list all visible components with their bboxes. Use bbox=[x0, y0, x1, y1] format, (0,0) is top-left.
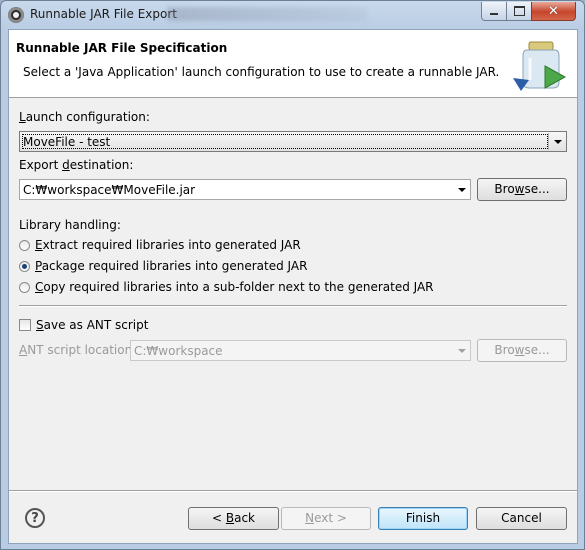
close-button[interactable]: ✕ bbox=[531, 2, 576, 21]
finish-button[interactable]: Finish bbox=[378, 507, 468, 530]
title-bar[interactable]: Runnable JAR File Export ✕ bbox=[1, 1, 584, 28]
blurred-title-remainder bbox=[167, 7, 367, 21]
launch-config-value: MoveFile - test bbox=[23, 135, 111, 149]
radio-button-selected[interactable] bbox=[19, 260, 30, 272]
maximize-button[interactable] bbox=[506, 2, 532, 21]
browse-ant-location-button: Browse... bbox=[477, 339, 567, 362]
export-destination-value: C:₩workspace₩MoveFile.jar bbox=[23, 183, 196, 197]
window-title: Runnable JAR File Export bbox=[30, 7, 177, 21]
jar-export-icon bbox=[513, 41, 567, 91]
dialog-client-area: Runnable JAR File Specification Select a… bbox=[8, 29, 578, 544]
radio-button[interactable] bbox=[19, 281, 30, 293]
launch-config-select[interactable]: MoveFile - test bbox=[19, 131, 567, 152]
minimize-icon bbox=[490, 13, 498, 15]
export-destination-label: Export destination: bbox=[19, 158, 134, 172]
library-handling-label: Library handling: bbox=[19, 218, 121, 232]
save-ant-script-checkbox[interactable]: Save as ANT script bbox=[19, 317, 148, 333]
chevron-down-icon bbox=[458, 349, 466, 353]
launch-config-label: Launch configuration: bbox=[19, 110, 150, 124]
checkbox[interactable] bbox=[19, 319, 31, 331]
chevron-down-icon[interactable] bbox=[458, 188, 466, 192]
radio-package-libraries[interactable]: Package required libraries into generate… bbox=[19, 258, 307, 274]
radio-copy-libraries[interactable]: Copy required libraries into a sub-folde… bbox=[19, 279, 434, 295]
page-title: Runnable JAR File Specification bbox=[16, 41, 228, 55]
radio-extract-libraries[interactable]: Extract required libraries into generate… bbox=[19, 237, 301, 253]
browse-destination-button[interactable]: Browse... bbox=[477, 178, 567, 201]
next-button: Next > bbox=[281, 507, 371, 530]
chevron-down-icon bbox=[554, 140, 562, 144]
ant-location-value: C:₩workspace bbox=[134, 344, 223, 358]
radio-button[interactable] bbox=[19, 239, 30, 251]
export-destination-input[interactable]: C:₩workspace₩MoveFile.jar bbox=[19, 179, 471, 200]
page-description: Select a 'Java Application' launch confi… bbox=[23, 65, 500, 79]
eclipse-icon bbox=[8, 7, 24, 23]
ant-location-label: ANT script location: bbox=[19, 343, 137, 357]
ant-location-input: C:₩workspace bbox=[130, 340, 471, 361]
dialog-window: Runnable JAR File Export ✕ Runnable JAR … bbox=[0, 0, 585, 550]
combo-separator bbox=[548, 133, 549, 150]
close-icon: ✕ bbox=[548, 3, 559, 19]
back-button[interactable]: < Back bbox=[188, 507, 279, 530]
section-divider bbox=[19, 305, 567, 307]
footer-divider bbox=[9, 490, 577, 492]
help-icon[interactable]: ? bbox=[25, 508, 45, 528]
maximize-icon bbox=[513, 6, 525, 16]
wizard-banner: Runnable JAR File Specification Select a… bbox=[9, 30, 577, 98]
cancel-button[interactable]: Cancel bbox=[476, 507, 567, 530]
minimize-button[interactable] bbox=[481, 2, 507, 21]
